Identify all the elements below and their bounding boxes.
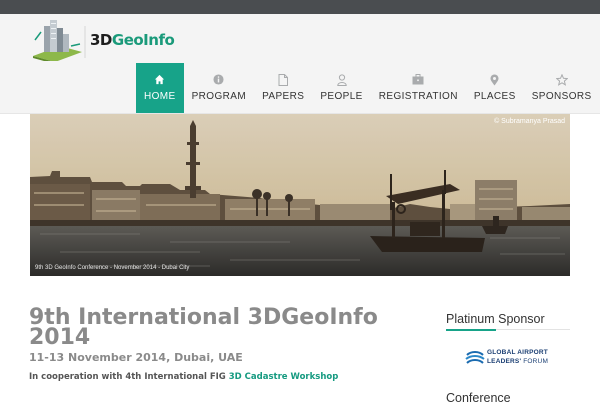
logo-text: 3DGeoInfo [90,31,175,49]
sidebar-divider-accent [446,329,496,331]
top-bar [0,0,600,14]
globe-icon [465,351,485,364]
info-icon [213,74,224,86]
hero-banner: © Subramanya Prasad 9th 3D GeoInfo Confe… [30,114,570,276]
sponsor-name-line1: GLOBAL AIRPORT [487,349,548,356]
nav-label: SPONSORS [531,91,592,102]
cadastre-workshop-link[interactable]: 3D Cadastre Workshop [229,372,339,382]
site-logo[interactable]: 3DGeoInfo [30,16,180,61]
sidebar-divider [446,329,570,331]
logo-buildings-icon [33,20,86,61]
sponsor-name-line2: LEADERS' FORUM [487,358,549,365]
nav-item-papers[interactable]: PAPERS [254,63,312,113]
sidebar-heading-conference: Conference [446,391,511,405]
home-icon [154,74,165,86]
star-icon [555,73,569,86]
user-icon [336,74,347,86]
photo-credit: © Subramanya Prasad [494,118,565,125]
nav-label: PEOPLE [320,91,363,102]
nav-label: PLACES [473,91,516,102]
nav-label: REGISTRATION [378,91,458,102]
nav-item-people[interactable]: PEOPLE [312,63,370,113]
nav-label: PAPERS [262,91,305,102]
photo-caption: 9th 3D GeoInfo Conference - November 201… [35,265,190,271]
nav-label: HOME [144,91,176,102]
cooperation-text: In cooperation with 4th International FI… [29,372,338,382]
nav-item-sponsors[interactable]: SPONSORS [524,63,600,113]
nav-item-home[interactable]: HOME [136,63,184,113]
briefcase-icon [412,74,424,86]
nav-item-program[interactable]: PROGRAM [184,63,254,113]
sponsor-logo-link[interactable]: GLOBAL AIRPORT LEADERS' FORUM [465,347,555,369]
site-header: 3DGeoInfo HOME PROGRAM PAPERS PEOPLE REG… [0,14,600,114]
nav-item-places[interactable]: PLACES [466,63,524,113]
dubai-creek-photo [30,114,570,276]
main-nav: HOME PROGRAM PAPERS PEOPLE REGISTRATION [136,63,600,113]
sidebar-heading-platinum: Platinum Sponsor [446,312,545,326]
document-icon [278,74,289,86]
map-pin-icon [490,74,499,86]
nav-label: PROGRAM [191,91,247,102]
page-title: 9th International 3DGeoInfo 2014 [29,305,378,350]
cooperation-label: In cooperation with 4th International FI… [29,372,226,382]
event-date: 11-13 November 2014, Dubai, UAE [29,351,243,364]
nav-item-registration[interactable]: REGISTRATION [371,63,466,113]
